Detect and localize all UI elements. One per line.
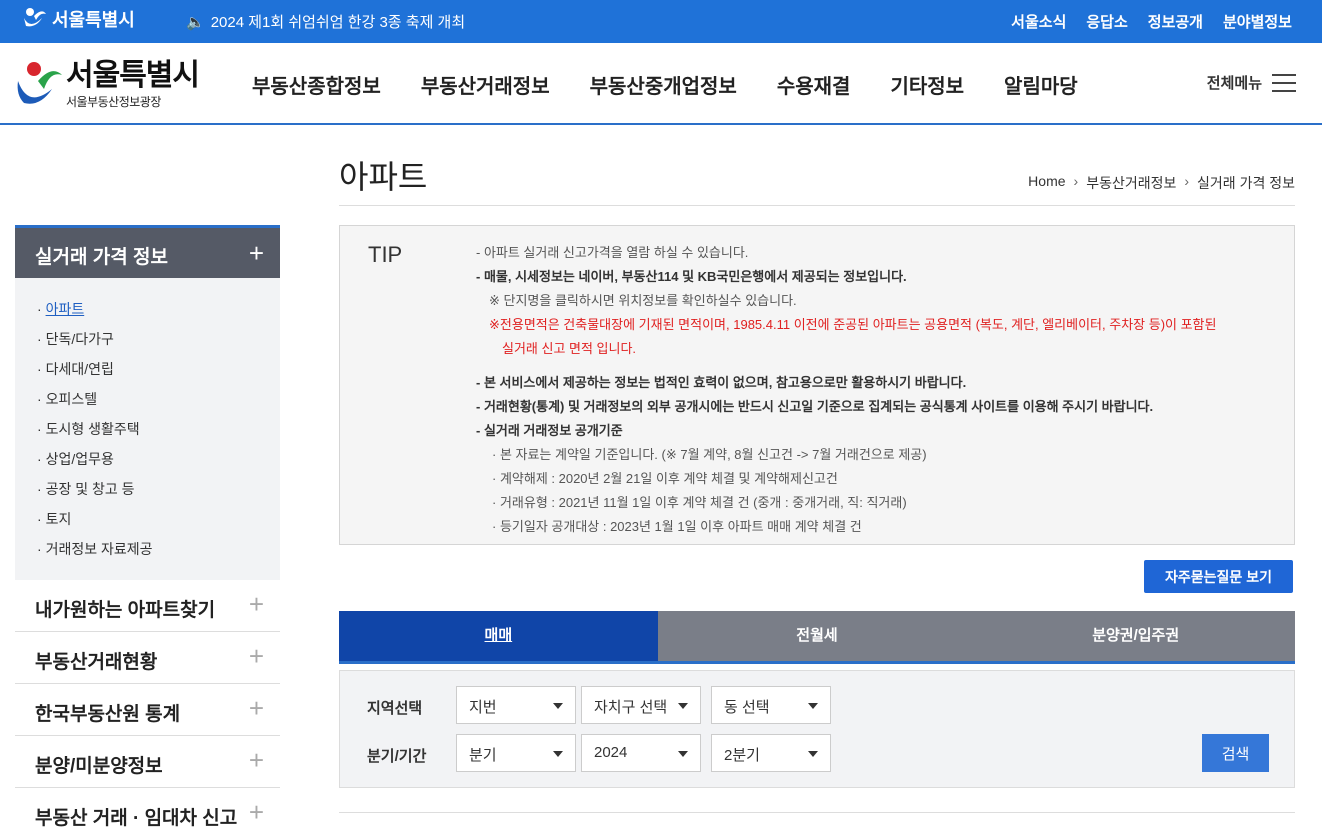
brand-logo[interactable]: 서울특별시 서울부동산정보광장 — [14, 59, 200, 111]
quarter-select[interactable]: 2분기 — [711, 734, 831, 772]
divider — [339, 205, 1295, 206]
sidebar-item-officetel[interactable]: · 오피스텔 — [15, 388, 280, 418]
sidebar-menu-transaction-status[interactable]: 부동산거래현황 + — [15, 632, 280, 684]
tip-line-warning: ※전용면적은 건축물대장에 기재된 면적이며, 1985.4.11 이전에 준공… — [489, 317, 1217, 332]
district-select[interactable]: 자치구 선택 — [581, 686, 701, 724]
caret-down-icon — [553, 703, 563, 709]
sidebar-item-land[interactable]: · 토지 — [15, 508, 280, 538]
header: 서울특별시 서울부동산정보광장 부동산종합정보 부동산거래정보 부동산중개업정보… — [0, 43, 1322, 125]
caret-down-icon — [678, 751, 688, 757]
util-link-field-info[interactable]: 분야별정보 — [1223, 11, 1292, 32]
dong-select[interactable]: 동 선택 — [711, 686, 831, 724]
sidebar-head-price-info[interactable]: 실거래 가격 정보 + — [15, 225, 280, 278]
tab-lease[interactable]: 전월세 — [657, 611, 977, 661]
tip-lines: - 아파트 실거래 신고가격을 열람 하실 수 있습니다. - 매물, 시세정보… — [476, 244, 1216, 542]
brand-title: 서울특별시 — [66, 59, 200, 92]
breadcrumb-home[interactable]: Home — [1028, 173, 1065, 193]
seoul-symbol-icon — [17, 62, 62, 104]
sidebar-menu-kab-statistics[interactable]: 한국부동산원 통계 + — [15, 684, 280, 736]
util-links: 서울소식 응답소 정보공개 분야별정보 — [1011, 11, 1292, 32]
year-select[interactable]: 2024 — [581, 734, 701, 772]
period-type-select[interactable]: 분기 — [456, 734, 576, 772]
tip-line: · 등기일자 공개대상 : 2023년 1월 1일 이후 아파트 매매 계약 체… — [492, 519, 862, 534]
plus-icon: + — [248, 797, 264, 827]
sidebar-item-factory[interactable]: · 공장 및 창고 등 — [15, 478, 280, 508]
seoul-logo-mini[interactable]: 서울특별시 — [22, 6, 135, 32]
faq-button[interactable]: 자주묻는질문 보기 — [1144, 560, 1293, 593]
breadcrumb: Home › 부동산거래정보 › 실거래 가격 정보 — [1028, 173, 1295, 193]
speaker-icon: 🔈 — [186, 13, 205, 31]
plus-icon: + — [248, 745, 264, 775]
tip-label: TIP — [368, 242, 403, 267]
caret-down-icon — [553, 751, 563, 757]
sidebar-menu-report[interactable]: 부동산 거래 · 임대차 신고 + — [15, 788, 280, 835]
global-nav: 부동산종합정보 부동산거래정보 부동산중개업정보 수용재결 기타정보 알림마당 — [252, 70, 1078, 99]
sidebar-item-apartment[interactable]: · 아파트 — [15, 298, 280, 328]
gnb-item-expropriation[interactable]: 수용재결 — [777, 70, 851, 99]
all-menu-label: 전체메뉴 — [1206, 75, 1262, 92]
page-title: 아파트 — [339, 159, 428, 195]
notice-banner[interactable]: 🔈 2024 제1회 쉬엄쉬엄 한강 3종 축제 개최 — [186, 11, 465, 32]
util-link-response[interactable]: 응답소 — [1086, 11, 1127, 32]
tip-line: - 실거래 거래정보 공개기준 — [476, 423, 623, 438]
sidebar-menu: 내가원하는 아파트찾기 + 부동산거래현황 + 한국부동산원 통계 + 분양/미분양정… — [15, 580, 280, 835]
address-type-select[interactable]: 지번 — [456, 686, 576, 724]
notice-text: 2024 제1회 쉬엄쉬엄 한강 3종 축제 개최 — [210, 14, 466, 31]
sidebar-item-urban-housing[interactable]: · 도시형 생활주택 — [15, 418, 280, 448]
brand-subtitle: 서울부동산정보광장 — [66, 95, 161, 109]
tip-box: TIP - 아파트 실거래 신고가격을 열람 하실 수 있습니다. - 매물, … — [339, 225, 1295, 545]
all-menu-button[interactable]: 전체메뉴 — [1207, 72, 1296, 93]
tab-presale-rights[interactable]: 분양권/입주권 — [976, 611, 1296, 661]
tip-line: · 본 자료는 계약일 기준입니다. (※ 7월 계약, 8월 신고건 -> 7… — [492, 447, 927, 462]
sidebar-item-multiplex[interactable]: · 다세대/연립 — [15, 358, 280, 388]
tip-line-warning: 실거래 신고 면적 입니다. — [502, 341, 637, 356]
gnb-item-other-info[interactable]: 기타정보 — [890, 70, 964, 99]
top-bar: 서울특별시 🔈 2024 제1회 쉬엄쉬엄 한강 3종 축제 개최 서울소식 응… — [0, 0, 1322, 43]
gnb-item-notice[interactable]: 알림마당 — [1004, 70, 1078, 99]
region-label: 지역선택 — [367, 700, 423, 717]
trade-type-tabs: 매매 전월세 분양권/입주권 — [339, 611, 1296, 664]
tip-line: ※ 단지명을 클릭하시면 위치정보를 확인하실수 있습니다. — [489, 293, 797, 308]
plus-icon: + — [248, 641, 264, 671]
logo-mini-text: 서울특별시 — [52, 10, 135, 30]
divider — [339, 812, 1295, 813]
sidebar-item-commercial[interactable]: · 상업/업무용 — [15, 448, 280, 478]
util-link-disclosure[interactable]: 정보공개 — [1148, 11, 1203, 32]
tip-line: · 계약해제 : 2020년 2월 21일 이후 계약 체결 및 계약해제신고건 — [492, 471, 838, 486]
tip-line: · 거래유형 : 2021년 11월 1일 이후 계약 체결 건 (중개 : 중… — [492, 495, 907, 510]
gnb-item-broker-info[interactable]: 부동산중개업정보 — [590, 70, 737, 99]
period-label: 분기/기간 — [367, 748, 427, 765]
chevron-right-icon: › — [1073, 173, 1079, 189]
sidebar-item-data-provision[interactable]: · 거래정보 자료제공 — [15, 538, 280, 568]
util-link-news[interactable]: 서울소식 — [1011, 11, 1066, 32]
sidebar-menu-presale-info[interactable]: 분양/미분양정보 + — [15, 736, 280, 788]
hamburger-icon — [1272, 73, 1296, 92]
caret-down-icon — [678, 703, 688, 709]
sidebar-menu-find-apartment[interactable]: 내가원하는 아파트찾기 + — [15, 580, 280, 632]
caret-down-icon — [808, 703, 818, 709]
chevron-right-icon: › — [1184, 173, 1190, 189]
tip-line: - 아파트 실거래 신고가격을 열람 하실 수 있습니다. — [476, 245, 749, 260]
breadcrumb-transaction[interactable]: 부동산거래정보 — [1086, 173, 1176, 193]
plus-icon: + — [248, 238, 264, 268]
tab-sale[interactable]: 매매 — [339, 611, 658, 661]
gnb-item-realestate-info[interactable]: 부동산종합정보 — [252, 70, 381, 99]
seoul-logo-icon — [24, 8, 46, 27]
breadcrumb-price-info[interactable]: 실거래 가격 정보 — [1197, 173, 1295, 193]
sidebar-item-detached[interactable]: · 단독/다가구 — [15, 328, 280, 358]
tip-line: - 본 서비스에서 제공하는 정보는 법적인 효력이 없으며, 참고용으로만 활… — [476, 375, 967, 390]
sidebar-head-label: 실거래 가격 정보 — [35, 247, 168, 268]
gnb-item-transaction-info[interactable]: 부동산거래정보 — [421, 70, 550, 99]
search-button[interactable]: 검색 — [1202, 734, 1269, 772]
caret-down-icon — [808, 751, 818, 757]
plus-icon: + — [248, 589, 264, 619]
search-panel: 지역선택 분기/기간 지번 자치구 선택 동 선택 분기 2024 2분기 검색 — [339, 670, 1295, 788]
tip-line: - 거래현황(통계) 및 거래정보의 외부 공개시에는 반드시 신고일 기준으로… — [476, 399, 1154, 414]
sidebar-submenu: · 아파트 · 단독/다가구 · 다세대/연립 · 오피스텔 · 도시형 생활주… — [15, 278, 280, 580]
plus-icon: + — [248, 693, 264, 723]
tip-line: - 매물, 시세정보는 네이버, 부동산114 및 KB국민은행에서 제공되는 … — [476, 269, 907, 284]
